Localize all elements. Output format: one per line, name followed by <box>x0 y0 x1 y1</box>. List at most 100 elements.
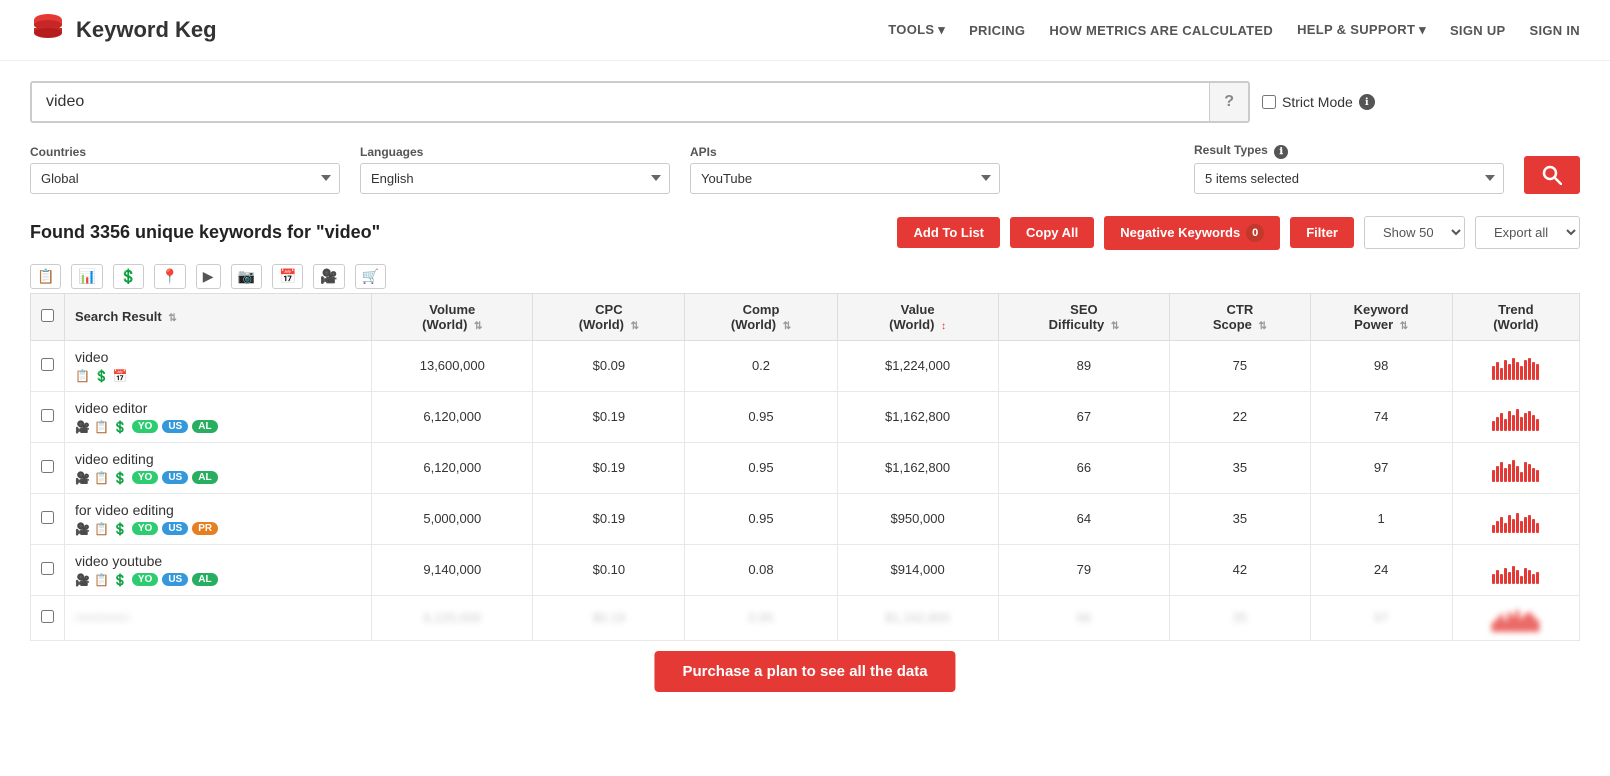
add-to-list-button[interactable]: Add To List <box>897 217 1000 248</box>
row-checkbox[interactable] <box>41 562 54 575</box>
blurred-row-checkbox[interactable] <box>41 610 54 623</box>
purchase-banner-cell: Purchase a plan to see all the data <box>31 640 1580 700</box>
sort-cpc[interactable]: ⇅ <box>631 321 639 332</box>
logo: Keyword Keg <box>30 12 217 48</box>
result-types-select[interactable]: 5 items selected <box>1194 163 1504 194</box>
cpc-cell: $0.09 <box>533 340 685 391</box>
col-kw-power: KeywordPower ⇅ <box>1310 293 1452 340</box>
table-row: video youtube🎥📋💲YOUSAL9,140,000$0.100.08… <box>31 544 1580 595</box>
keyword-text[interactable]: for video editing <box>75 502 361 518</box>
tools-link[interactable]: TOOLS <box>888 22 945 38</box>
select-all-checkbox[interactable] <box>41 309 54 322</box>
sort-kw-power[interactable]: ⇅ <box>1400 321 1408 332</box>
apis-label: APIs <box>690 145 1000 159</box>
strict-info-icon[interactable]: ℹ <box>1359 94 1375 110</box>
negative-keywords-button[interactable]: Negative Keywords 0 <box>1104 216 1280 250</box>
row-checkbox-cell <box>31 544 65 595</box>
countries-select[interactable]: Global <box>30 163 340 194</box>
tag-badge-yo[interactable]: YO <box>132 471 158 484</box>
toolbar-image-icon[interactable]: 📷 <box>231 264 262 289</box>
export-select[interactable]: Export all <box>1475 216 1580 249</box>
volume-cell: 13,600,000 <box>372 340 533 391</box>
logo-icon <box>30 12 66 48</box>
tag-badge-us[interactable]: US <box>162 522 188 535</box>
metrics-link[interactable]: HOW METRICS ARE CALCULATED <box>1049 23 1273 38</box>
sort-search-result[interactable]: ⇅ <box>168 313 176 324</box>
toolbar-play-icon[interactable]: ▶ <box>196 264 221 289</box>
search-input[interactable] <box>32 83 1209 121</box>
tag-badge-pr[interactable]: PR <box>192 522 218 535</box>
apis-select[interactable]: YouTube <box>690 163 1000 194</box>
results-table: Search Result ⇅ Volume(World) ⇅ CPC(Worl… <box>30 293 1580 701</box>
col-ctr: CTRScope ⇅ <box>1170 293 1310 340</box>
seo-cell: 64 <box>998 493 1170 544</box>
countries-label: Countries <box>30 145 340 159</box>
signup-link[interactable]: SIGN UP <box>1450 23 1506 38</box>
tag-badge-yo[interactable]: YO <box>132 522 158 535</box>
purchase-banner-row: Purchase a plan to see all the data <box>31 640 1580 700</box>
search-button[interactable] <box>1524 156 1580 194</box>
tag-badge-al[interactable]: AL <box>192 471 217 484</box>
ctr-cell: 75 <box>1170 340 1310 391</box>
toolbar-chart-icon[interactable]: 📊 <box>71 264 102 289</box>
sort-comp[interactable]: ⇅ <box>783 321 791 332</box>
tag-badge-us[interactable]: US <box>162 471 188 484</box>
tag-badge-al[interactable]: AL <box>192 573 217 586</box>
col-value: Value(World) ↕ <box>837 293 998 340</box>
copy-all-button[interactable]: Copy All <box>1010 217 1094 248</box>
tag-badge-yo[interactable]: YO <box>132 573 158 586</box>
languages-group: Languages English <box>360 145 670 194</box>
toolbar-cart-icon[interactable]: 🛒 <box>355 264 386 289</box>
cpc-cell: $0.19 <box>533 493 685 544</box>
show-select[interactable]: Show 50 <box>1364 216 1465 249</box>
keyword-text[interactable]: video <box>75 349 361 365</box>
sort-seo[interactable]: ⇅ <box>1111 321 1119 332</box>
row-checkbox[interactable] <box>41 358 54 371</box>
toolbar-location-icon[interactable]: 📍 <box>154 264 185 289</box>
keyword-text[interactable]: video youtube <box>75 553 361 569</box>
row-checkbox-cell <box>31 391 65 442</box>
volume-cell: 9,140,000 <box>372 544 533 595</box>
blurred-trend-cell <box>1452 595 1579 640</box>
sort-volume[interactable]: ⇅ <box>474 321 482 332</box>
tag-icon: 💲 <box>113 471 128 485</box>
value-cell: $914,000 <box>837 544 998 595</box>
toolbar-camera-icon[interactable]: 🎥 <box>313 264 344 289</box>
toolbar-copy-icon[interactable]: 📋 <box>30 264 61 289</box>
tag-icon: 💲 <box>94 369 109 383</box>
seo-cell: 79 <box>998 544 1170 595</box>
toolbar-dollar-icon[interactable]: 💲 <box>113 264 144 289</box>
comp-cell: 0.95 <box>685 442 837 493</box>
toolbar-calendar-icon[interactable]: 📅 <box>272 264 303 289</box>
search-icon <box>1542 165 1562 185</box>
keyword-text[interactable]: video editor <box>75 400 361 416</box>
table-row: for video editing🎥📋💲YOUSPR5,000,000$0.19… <box>31 493 1580 544</box>
row-checkbox[interactable] <box>41 409 54 422</box>
signin-link[interactable]: SIGN IN <box>1530 23 1581 38</box>
trend-cell <box>1452 391 1579 442</box>
tag-icon: 📋 <box>94 420 109 434</box>
sort-value[interactable]: ↕ <box>941 321 946 332</box>
tag-badge-al[interactable]: AL <box>192 420 217 433</box>
cpc-cell: $0.19 <box>533 442 685 493</box>
row-checkbox[interactable] <box>41 511 54 524</box>
sort-ctr[interactable]: ⇅ <box>1258 321 1266 332</box>
tag-badge-yo[interactable]: YO <box>132 420 158 433</box>
keyword-text[interactable]: video editing <box>75 451 361 467</box>
blurred-keyword-cell: •••••••••••• <box>65 595 372 640</box>
search-help-button[interactable]: ? <box>1209 83 1248 121</box>
pricing-link[interactable]: PRICING <box>969 23 1025 38</box>
strict-mode-checkbox[interactable] <box>1262 95 1276 109</box>
help-link[interactable]: HELP & SUPPORT <box>1297 22 1426 38</box>
ctr-cell: 35 <box>1170 442 1310 493</box>
comp-cell: 0.95 <box>685 391 837 442</box>
video-tag-icon: 🎥 <box>75 573 90 587</box>
filter-button[interactable]: Filter <box>1290 217 1354 248</box>
languages-select[interactable]: English <box>360 163 670 194</box>
purchase-banner-button[interactable]: Purchase a plan to see all the data <box>654 651 955 692</box>
tag-badge-us[interactable]: US <box>162 573 188 586</box>
video-tag-icon: 🎥 <box>75 420 90 434</box>
keyword-cell: for video editing🎥📋💲YOUSPR <box>65 493 372 544</box>
row-checkbox[interactable] <box>41 460 54 473</box>
tag-badge-us[interactable]: US <box>162 420 188 433</box>
